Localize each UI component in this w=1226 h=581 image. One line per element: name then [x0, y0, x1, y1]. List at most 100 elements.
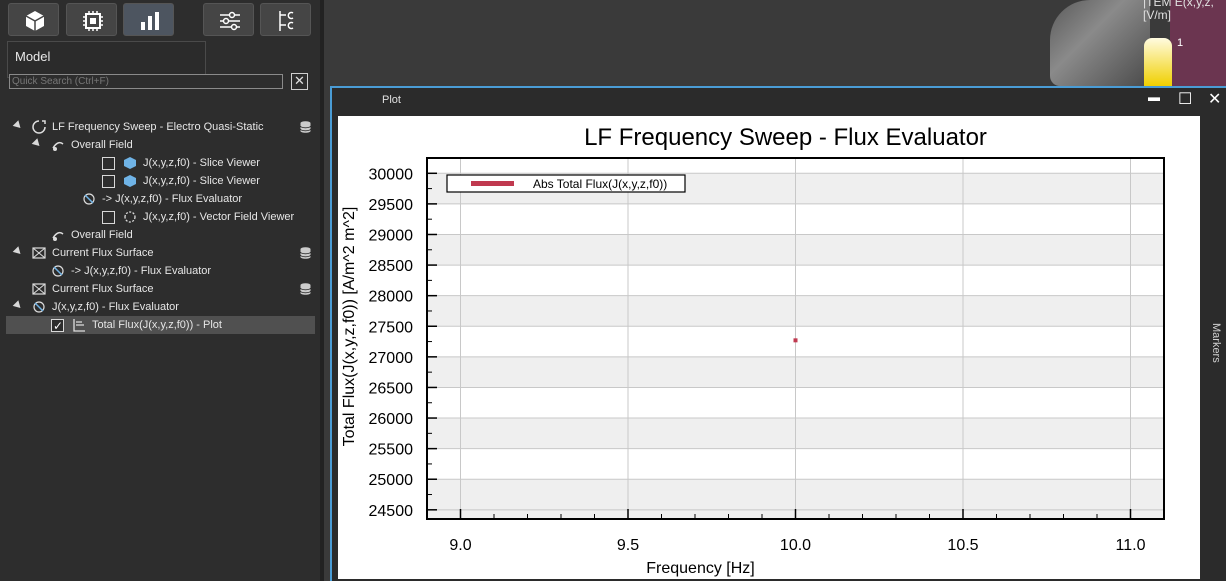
expand-arrow-icon[interactable] — [12, 246, 24, 257]
x-axis-label: Frequency [Hz] — [646, 560, 754, 577]
flux-evaluator-icon — [33, 301, 45, 313]
field-icon — [52, 141, 64, 151]
expand-arrow-icon[interactable] — [31, 138, 43, 149]
tree-item-label: J(x,y,z,f0) - Slice Viewer — [143, 157, 260, 169]
clear-search-button[interactable]: ✕ — [291, 73, 308, 90]
tree-item-label: Overall Field — [71, 229, 133, 241]
tree-item-label: Total Flux(J(x,y,z,f0)) - Plot — [92, 319, 222, 331]
minimize-button[interactable]: ▬ — [1148, 90, 1160, 104]
maximize-icon: ☐ — [1178, 91, 1193, 108]
filter-button[interactable] — [203, 3, 254, 36]
y-tick-label: 27000 — [369, 350, 414, 367]
y-tick-label: 29500 — [369, 197, 414, 214]
tree-item[interactable]: -> J(x,y,z,f0) - Flux Evaluator — [0, 262, 316, 280]
data-point — [793, 338, 798, 343]
x-tick-label: 10.5 — [947, 537, 978, 554]
y-tick-label: 25000 — [369, 472, 414, 489]
y-axis-label: Total Flux(J(x,y,z,f0)) [A/m^2 m^2] — [341, 207, 358, 447]
tree-item-label: -> J(x,y,z,f0) - Flux Evaluator — [102, 193, 243, 205]
expand-arrow-icon[interactable] — [12, 120, 24, 131]
field-icon — [52, 231, 64, 241]
tree-item[interactable]: J(x,y,z,f0) - Slice Viewer — [0, 154, 316, 172]
x-tick-label: 9.0 — [449, 537, 471, 554]
x-tick-label: 11.0 — [1116, 537, 1146, 554]
chip-icon — [83, 11, 103, 31]
panel-splitter[interactable] — [320, 0, 324, 581]
structure-button[interactable] — [260, 3, 311, 36]
analysis-tab-button[interactable] — [123, 3, 174, 36]
y-tick-label: 29000 — [369, 227, 414, 244]
bar-chart-icon — [141, 12, 159, 30]
visibility-checkbox[interactable] — [102, 175, 115, 188]
y-tick-label: 24500 — [369, 503, 414, 520]
3d-model-view[interactable] — [1050, 0, 1150, 86]
cube-icon — [25, 11, 45, 31]
tree-item-label: J(x,y,z,f0) - Flux Evaluator — [52, 301, 179, 313]
maximize-button[interactable]: ☐ — [1178, 89, 1192, 109]
model-tab-button[interactable] — [8, 3, 59, 36]
x-tick-label: 10.0 — [780, 537, 811, 554]
markers-tab-label: Markers — [1210, 323, 1222, 363]
tree-item[interactable]: Total Flux(J(x,y,z,f0)) - Plot — [6, 316, 315, 335]
tree-item[interactable]: J(x,y,z,f0) - Vector Field Viewer — [0, 208, 316, 226]
minimize-icon: ▬ — [1148, 90, 1160, 104]
model-tooltip: Model — [7, 41, 206, 78]
legend-label: Abs Total Flux(J(x,y,z,f0)) — [533, 177, 667, 191]
plot-window: Plot ▬ ☐ ✕ LF Frequency Sweep - Flux Eva… — [330, 86, 1226, 581]
sweep-icon — [32, 120, 46, 134]
y-tick-label: 27500 — [369, 319, 414, 336]
colorbar — [1144, 38, 1172, 86]
vector-field-icon — [124, 211, 136, 223]
plot-area[interactable]: LF Frequency Sweep - Flux Evaluator 24500… — [338, 116, 1200, 579]
database-icon — [300, 121, 311, 133]
surface-icon — [32, 247, 46, 259]
colorbar-max-label: 1 — [1177, 37, 1184, 49]
tree-item[interactable]: Current Flux Surface — [0, 244, 316, 262]
slice-viewer-icon — [124, 175, 136, 187]
tree-item[interactable]: Current Flux Surface — [0, 280, 316, 298]
flux-evaluator-icon — [83, 193, 95, 205]
tree-item[interactable]: J(x,y,z,f0) - Flux Evaluator — [0, 298, 316, 316]
sliders-icon — [220, 11, 240, 31]
tree-item[interactable]: J(x,y,z,f0) - Slice Viewer — [0, 172, 316, 190]
chart-title: LF Frequency Sweep - Flux Evaluator — [584, 124, 987, 151]
visibility-checkbox[interactable] — [102, 211, 115, 224]
tree-item-label: Overall Field — [71, 139, 133, 151]
search-placeholder: Quick Search (Ctrl+F) — [12, 76, 109, 87]
tree-item-label: Current Flux Surface — [52, 283, 154, 295]
x-tick-label: 9.5 — [617, 537, 639, 554]
database-icon — [300, 247, 311, 259]
visibility-checkbox[interactable] — [51, 317, 64, 335]
y-tick-label: 26500 — [369, 380, 414, 397]
close-icon: ✕ — [1208, 91, 1222, 108]
legend-swatch — [471, 181, 514, 186]
colorbar-title: |TEM E(x,y,z, [V/m] — [1143, 0, 1214, 22]
y-tick-label: 25500 — [369, 442, 414, 459]
plot-icon — [73, 319, 85, 332]
tree-item[interactable]: Overall Field — [0, 136, 316, 154]
tree-item-label: J(x,y,z,f0) - Slice Viewer — [143, 175, 260, 187]
chart[interactable]: LF Frequency Sweep - Flux Evaluator 24500… — [338, 116, 1200, 579]
tree-item[interactable]: Overall Field — [0, 226, 316, 244]
y-tick-label: 30000 — [369, 166, 414, 183]
expand-arrow-icon[interactable] — [12, 300, 24, 311]
close-button[interactable]: ✕ — [1208, 89, 1221, 109]
settings-tab-button[interactable] — [66, 3, 117, 36]
y-tick-label: 28000 — [369, 289, 414, 306]
search-input[interactable]: Quick Search (Ctrl+F) — [9, 74, 283, 89]
app-window: Model Quick Search (Ctrl+F) ✕ LF Frequen… — [0, 0, 1226, 581]
slice-viewer-icon — [124, 157, 136, 169]
close-icon: ✕ — [294, 73, 305, 88]
tree-item-label: J(x,y,z,f0) - Vector Field Viewer — [143, 211, 295, 223]
markers-tab[interactable]: Markers — [1202, 323, 1222, 383]
y-tick-label: 26000 — [369, 411, 414, 428]
visibility-checkbox[interactable] — [102, 157, 115, 170]
flux-evaluator-icon — [52, 265, 64, 277]
tree-item-label: Current Flux Surface — [52, 247, 154, 259]
tree-item[interactable]: -> J(x,y,z,f0) - Flux Evaluator — [0, 190, 316, 208]
left-panel: Model Quick Search (Ctrl+F) ✕ LF Frequen… — [0, 0, 320, 581]
surface-icon — [32, 283, 46, 295]
tree-item[interactable]: LF Frequency Sweep - Electro Quasi-Stati… — [0, 118, 316, 136]
tree-item-label: -> J(x,y,z,f0) - Flux Evaluator — [71, 265, 212, 277]
y-tick-label: 28500 — [369, 258, 414, 275]
